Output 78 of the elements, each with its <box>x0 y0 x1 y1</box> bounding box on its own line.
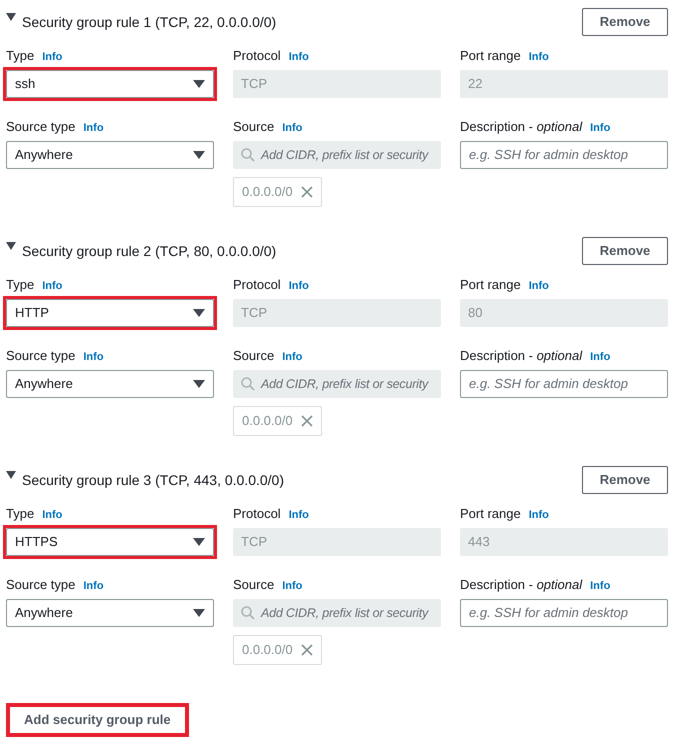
remove-button[interactable]: Remove <box>582 237 668 265</box>
field-label: Description - optional <box>460 347 582 365</box>
field-label: Type <box>6 276 34 294</box>
search-icon <box>241 606 255 620</box>
close-icon[interactable] <box>300 186 313 198</box>
info-link[interactable]: Info <box>590 349 610 366</box>
readonly-field: TCP <box>233 70 441 98</box>
type-select[interactable]: HTTP <box>6 299 214 327</box>
cidr-token: 0.0.0.0/0 <box>233 635 322 665</box>
description-field[interactable]: e.g. SSH for admin desktop <box>460 370 668 398</box>
info-link[interactable]: Info <box>42 507 62 524</box>
cidr-token: 0.0.0.0/0 <box>233 406 322 436</box>
field-label: Port range <box>460 505 521 523</box>
caret-icon <box>193 151 205 159</box>
expanded-triangle-icon[interactable] <box>6 13 16 21</box>
source-type-select[interactable]: Anywhere <box>6 599 214 627</box>
rule-title: Security group rule 3 (TCP, 443, 0.0.0.0/0) <box>22 470 284 490</box>
readonly-field: TCP <box>233 528 441 556</box>
field-label: Description - optional <box>460 118 582 136</box>
source-search-field[interactable]: Add CIDR, prefix list or security <box>233 370 441 398</box>
cidr-token: 0.0.0.0/0 <box>233 177 322 207</box>
field-label: Source <box>233 576 274 594</box>
info-link[interactable]: Info <box>528 507 549 524</box>
field-label: Port range <box>460 47 521 65</box>
expanded-triangle-icon[interactable] <box>6 471 16 479</box>
remove-button[interactable]: Remove <box>582 466 668 494</box>
field-label: Source <box>233 347 274 365</box>
remove-button[interactable]: Remove <box>582 8 668 36</box>
info-link[interactable]: Info <box>528 278 549 294</box>
source-type-select[interactable]: Anywhere <box>6 370 214 398</box>
source-search-field[interactable]: Add CIDR, prefix list or security <box>233 141 441 169</box>
field-label: Protocol <box>233 47 281 65</box>
search-icon <box>241 148 255 162</box>
readonly-field: 443 <box>460 528 668 556</box>
field-label: Protocol <box>233 276 281 294</box>
rule-title: Security group rule 2 (TCP, 80, 0.0.0.0/0) <box>22 242 276 261</box>
field-label: Source type <box>6 347 76 365</box>
type-select[interactable]: ssh <box>6 70 214 98</box>
field-label: Source type <box>6 118 76 136</box>
field-label: Type <box>6 47 34 65</box>
info-link[interactable]: Info <box>42 278 62 294</box>
field-label: Protocol <box>233 505 281 523</box>
info-link[interactable]: Info <box>83 578 104 594</box>
description-field[interactable]: e.g. SSH for admin desktop <box>460 141 668 169</box>
readonly-field: TCP <box>233 299 441 327</box>
field-label: Description - optional <box>460 576 582 594</box>
description-field[interactable]: e.g. SSH for admin desktop <box>460 599 668 627</box>
close-icon[interactable] <box>300 415 313 427</box>
readonly-field: 80 <box>460 299 668 327</box>
info-link[interactable]: Info <box>83 120 104 136</box>
field-label: Source type <box>6 576 76 594</box>
caret-icon <box>193 538 205 546</box>
search-icon <box>241 377 255 391</box>
field-label: Type <box>6 505 34 523</box>
type-select[interactable]: HTTPS <box>6 528 214 556</box>
source-type-select[interactable]: Anywhere <box>6 141 214 169</box>
info-link[interactable]: Info <box>83 349 104 366</box>
info-link[interactable]: Info <box>590 578 610 594</box>
caret-icon <box>193 80 205 88</box>
info-link[interactable]: Info <box>590 120 610 136</box>
field-label: Source <box>233 118 274 136</box>
caret-icon <box>193 309 205 317</box>
close-icon[interactable] <box>300 644 313 656</box>
info-link[interactable]: Info <box>42 49 62 66</box>
rule-title: Security group rule 1 (TCP, 22, 0.0.0.0/0) <box>22 12 276 32</box>
caret-icon <box>193 380 205 388</box>
expanded-triangle-icon[interactable] <box>6 242 16 250</box>
readonly-field: 22 <box>460 70 668 98</box>
field-label: Port range <box>460 276 521 294</box>
info-link[interactable]: Info <box>282 120 302 136</box>
info-link[interactable]: Info <box>288 49 309 66</box>
info-link[interactable]: Info <box>288 507 309 524</box>
info-link[interactable]: Info <box>282 578 302 594</box>
info-link[interactable]: Info <box>288 278 309 294</box>
info-link[interactable]: Info <box>282 349 302 366</box>
source-search-field[interactable]: Add CIDR, prefix list or security <box>233 599 441 627</box>
info-link[interactable]: Info <box>528 49 549 66</box>
caret-icon <box>193 609 205 617</box>
